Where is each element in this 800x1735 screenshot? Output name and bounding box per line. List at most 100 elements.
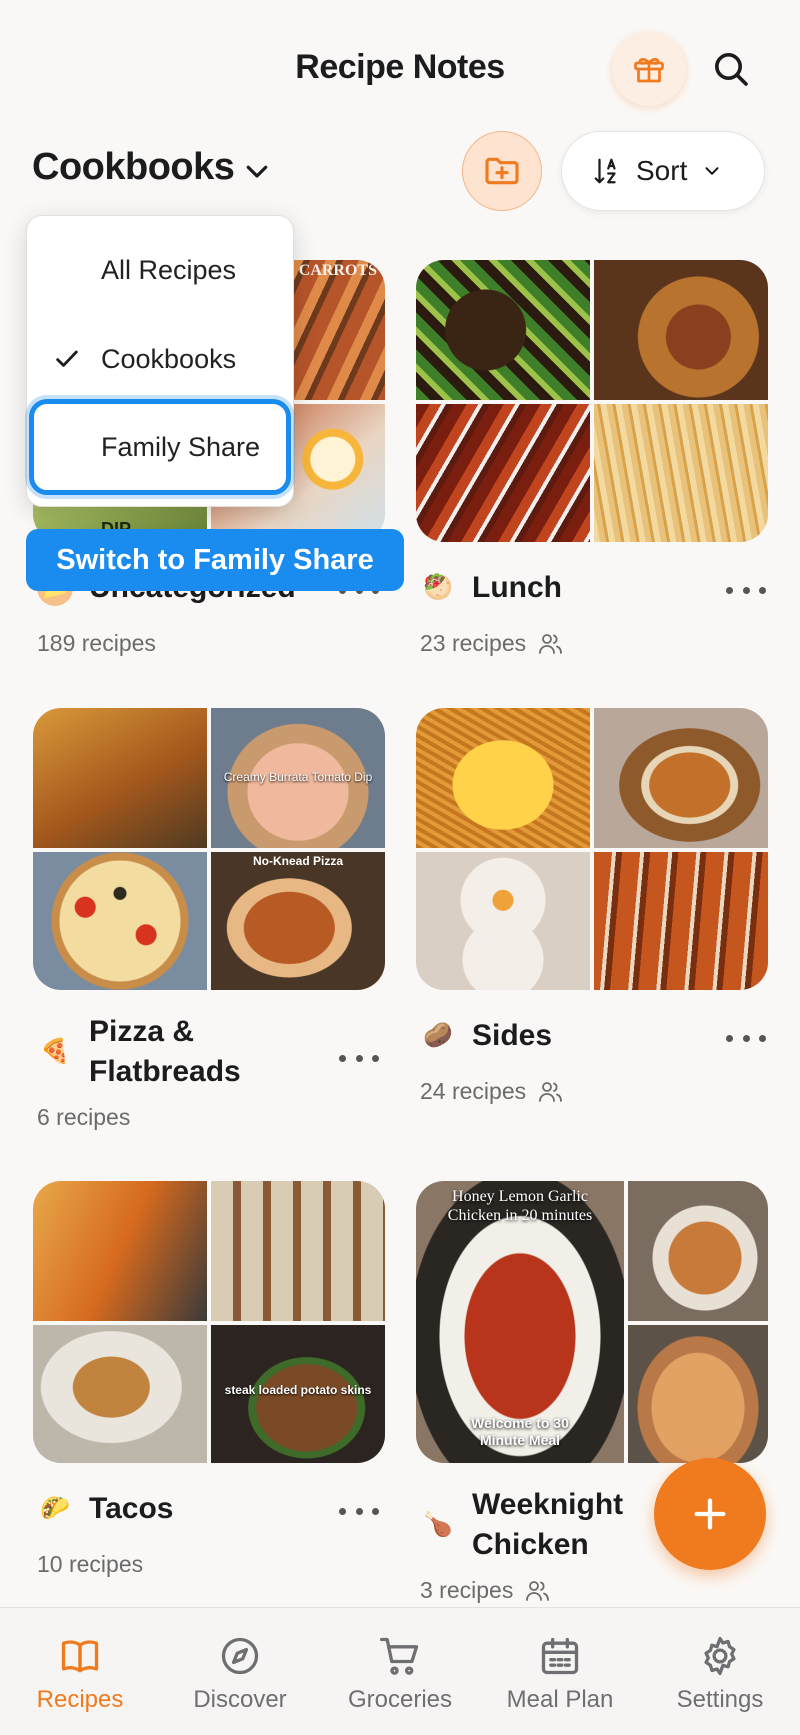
tab-label: Recipes [36,1686,124,1713]
view-dropdown-menu: All Recipes Cookbooks Family Share [26,215,294,507]
recipe-thumbnail: Creamy Burrata Tomato Dip [211,708,385,848]
recipe-thumbnail [33,708,207,848]
chevron-down-icon[interactable] [242,156,272,186]
cookbook-card-lunch[interactable]: 🥙 Lunch 23 recipes [416,260,768,660]
plus-icon [694,1498,726,1530]
recipe-thumbnail: Honey Lemon Garlic Chicken in 20 minutes… [416,1181,624,1463]
book-icon [61,1640,99,1673]
more-dots-icon[interactable] [339,1501,379,1521]
cookbook-collage: steak loaded potato skins [33,1181,385,1463]
people-icon [539,633,563,654]
thumbnail-caption: Welcome to 30 Minute Meal [471,1415,569,1448]
view-selector-title[interactable]: Cookbooks [32,146,235,189]
new-cookbook-button[interactable] [462,131,542,211]
tab-label: Meal Plan [506,1686,614,1713]
recipe-thumbnail [416,852,590,990]
gift-icon [634,58,664,83]
thumbnail-caption: No-Knead Pizza [252,854,343,868]
menu-item-cookbooks[interactable]: Cookbooks [27,319,293,399]
cookbook-emoji: 🥔 [423,1022,453,1049]
recipe-count-text: 23 recipes [420,630,527,656]
recipe-thumbnail [594,852,768,990]
people-icon [539,1081,563,1102]
cookbook-collage [416,260,768,542]
cookbook-card-tacos[interactable]: steak loaded potato skins 🌮 Tacos 10 rec… [33,1181,385,1581]
recipe-thumbnail: steak loaded potato skins [211,1325,385,1463]
compass-icon [221,1637,259,1675]
recipe-thumbnail [416,708,590,848]
recipe-count: 10 recipes [37,1551,143,1578]
tab-label: Discover [193,1686,287,1713]
cookbook-name: Weeknight Chicken [472,1488,624,1561]
menu-item-label: Family Share [101,431,261,462]
cookbook-name: Lunch [472,571,562,604]
recipe-thumbnail [416,404,590,542]
sort-button[interactable]: Sort [561,131,765,211]
recipe-count: 6 recipes [37,1104,130,1131]
calendar-icon [541,1637,579,1675]
thumbnail-caption: CARROTS [298,262,377,279]
recipe-count-text: 24 recipes [420,1078,527,1104]
recipe-thumbnail [416,260,590,400]
sort-az-icon [594,158,616,184]
tab-settings[interactable]: Settings [645,1634,795,1714]
recipe-thumbnail [594,404,768,542]
thumbnail-caption: Creamy Burrata Tomato Dip [223,770,373,784]
recipe-count: 189 recipes [37,630,156,657]
recipe-count: 24 recipes [420,1078,564,1105]
cookbook-emoji: 🌮 [40,1495,70,1522]
cookbook-emoji: 🍗 [423,1511,453,1538]
recipe-thumbnail: No-Knead Pizza [211,852,385,990]
tab-recipes[interactable]: Recipes [5,1634,155,1714]
gift-button[interactable] [612,32,686,106]
search-icon [715,53,748,86]
more-dots-icon[interactable] [726,580,766,600]
menu-item-family-share[interactable]: Family Share [29,399,291,495]
folder-add-icon [485,157,519,185]
thumbnail-caption: steak loaded potato skins [224,1383,372,1397]
menu-item-label: Cookbooks [101,343,237,374]
checkmark-icon [56,350,78,367]
recipe-count: 23 recipes [420,630,564,657]
cookbook-collage: Creamy Burrata Tomato Dip No-Knead Pizza [33,708,385,990]
recipe-count-text: 189 recipes [37,630,156,656]
recipe-count-text: 3 recipes [420,1577,514,1603]
cookbook-emoji: 🥙 [423,574,453,601]
tab-label: Groceries [347,1686,453,1713]
recipe-count-text: 6 recipes [37,1104,131,1130]
tooltip: Switch to Family Share [26,529,404,591]
recipe-thumbnail [628,1325,768,1463]
gear-icon [704,1636,736,1676]
tab-discover[interactable]: Discover [165,1634,315,1714]
tab-groceries[interactable]: Groceries [325,1634,475,1714]
more-dots-icon[interactable] [726,1028,766,1048]
people-icon [526,1580,550,1601]
recipe-count: 3 recipes [420,1577,551,1604]
cart-icon [380,1637,419,1675]
cookbook-emoji: 🍕 [40,1038,70,1065]
cookbook-name: Sides [472,1019,553,1052]
menu-item-label: All Recipes [101,254,237,285]
recipe-thumbnail [594,260,768,400]
cookbook-card-sides[interactable]: 🥔 Sides 24 recipes [416,708,768,1128]
menu-item-all-recipes[interactable]: All Recipes [27,230,293,310]
sort-label: Sort [636,155,688,186]
recipe-thumbnail [33,1181,207,1321]
recipe-thumbnail [594,708,768,848]
cookbook-collage [416,708,768,990]
recipe-count-text: 10 recipes [37,1551,144,1577]
more-dots-icon[interactable] [339,1048,379,1068]
chevron-down-icon [705,167,719,175]
add-recipe-button[interactable] [654,1458,766,1570]
tab-label: Settings [676,1686,764,1713]
cookbook-collage: Honey Lemon Garlic Chicken in 20 minutes… [416,1181,768,1463]
cookbook-name: Tacos [89,1492,174,1525]
tab-meal-plan[interactable]: Meal Plan [485,1634,635,1714]
recipe-thumbnail [211,1181,385,1321]
search-button[interactable] [706,44,756,94]
cookbook-card-pizza[interactable]: Creamy Burrata Tomato Dip No-Knead Pizza… [33,708,385,1131]
thumbnail-caption: Honey Lemon Garlic Chicken in 20 minutes [447,1188,593,1224]
recipe-thumbnail [628,1181,768,1321]
recipe-thumbnail [33,852,207,990]
recipe-thumbnail [33,1325,207,1463]
